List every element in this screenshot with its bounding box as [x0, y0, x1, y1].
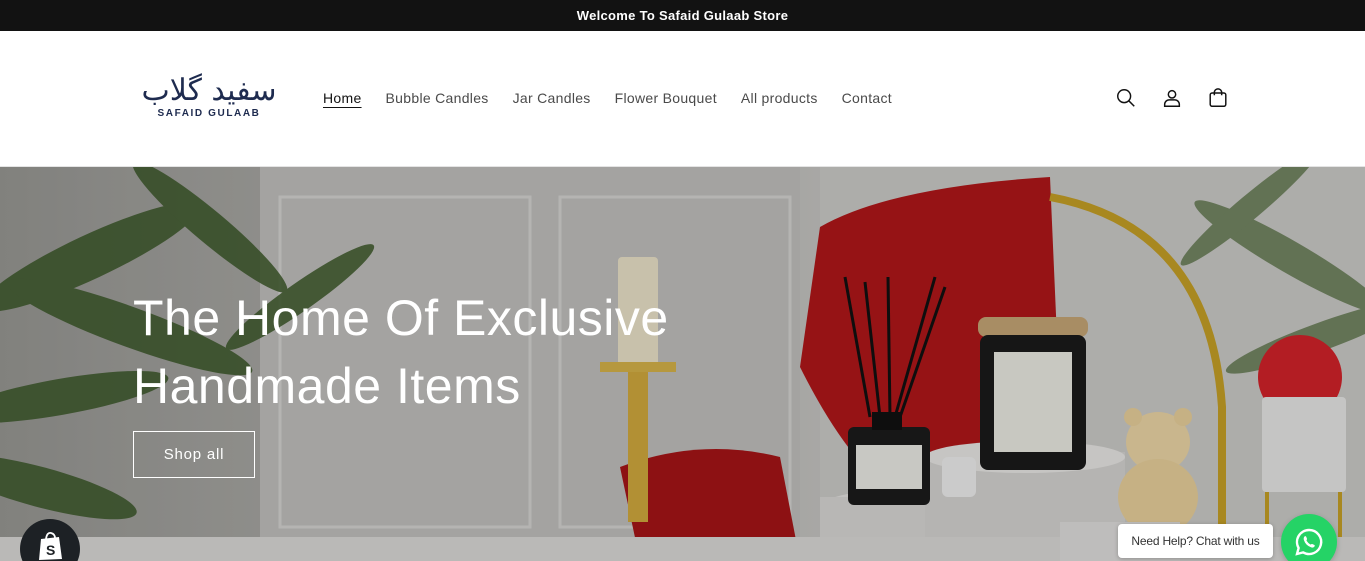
logo-script: سفید گلاب: [141, 73, 277, 108]
svg-text:S: S: [46, 542, 55, 558]
account-icon[interactable]: [1160, 86, 1184, 110]
nav-home[interactable]: Home: [323, 89, 362, 107]
logo-text: SAFAID GULAAB: [157, 108, 261, 119]
announcement-text: Welcome To Safaid Gulaab Store: [576, 8, 789, 23]
hero-title-line1: The Home Of Exclusive: [133, 290, 669, 346]
nav-contact[interactable]: Contact: [842, 89, 892, 107]
announcement-bar: Welcome To Safaid Gulaab Store: [0, 0, 1365, 31]
shopify-bag-icon: S: [39, 531, 62, 560]
whatsapp-button[interactable]: [1281, 514, 1337, 561]
hero-banner: The Home Of Exclusive Handmade Items Sho…: [0, 167, 1365, 561]
whatsapp-icon: [1295, 528, 1323, 556]
nav-bubble-candles[interactable]: Bubble Candles: [386, 89, 489, 107]
shop-all-button[interactable]: Shop all: [133, 431, 255, 478]
nav-all-products[interactable]: All products: [741, 89, 818, 107]
header-icons: [1114, 86, 1230, 110]
hero-title: The Home Of Exclusive Handmade Items: [133, 284, 733, 420]
main-nav: Home Bubble Candles Jar Candles Flower B…: [323, 89, 892, 107]
chat-help-label[interactable]: Need Help? Chat with us: [1118, 524, 1273, 558]
nav-jar-candles[interactable]: Jar Candles: [513, 89, 591, 107]
nav-flower-bouquet[interactable]: Flower Bouquet: [615, 89, 717, 107]
site-header: سفید گلاب SAFAID GULAAB Home Bubble Cand…: [0, 31, 1365, 167]
hero-title-line2: Handmade Items: [133, 358, 521, 414]
cart-icon[interactable]: [1206, 86, 1230, 110]
site-logo[interactable]: سفید گلاب SAFAID GULAAB: [141, 75, 276, 125]
search-icon[interactable]: [1114, 86, 1138, 110]
